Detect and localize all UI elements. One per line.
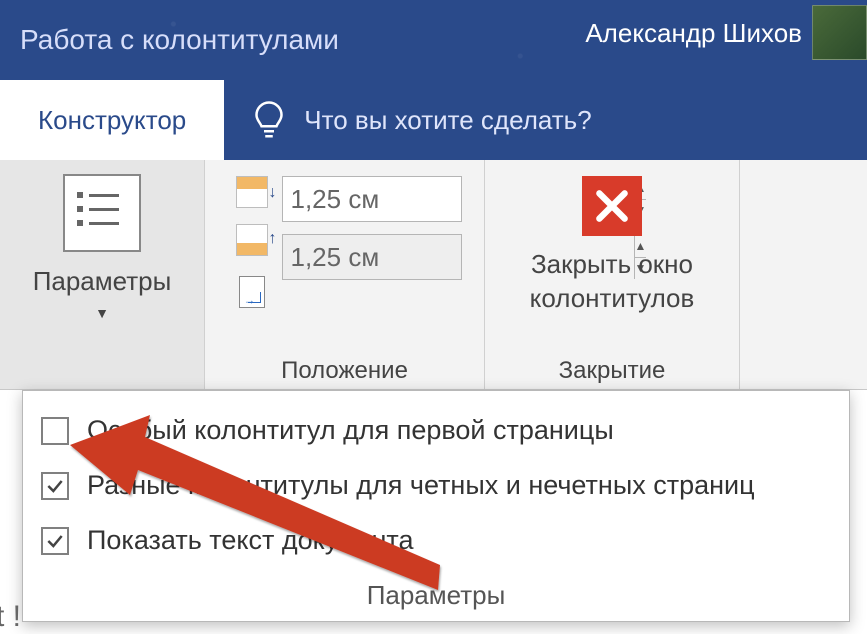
tab-bar: Конструктор Что вы хотите сделать? bbox=[0, 80, 867, 160]
footer-from-bottom-spinner[interactable]: ▲ ▼ bbox=[282, 234, 462, 280]
parameters-dropdown-button[interactable]: Параметры ▼ bbox=[12, 170, 192, 321]
ribbon: Параметры ▼ ↓ ↑ ▲ ▼ bbox=[0, 160, 867, 390]
user-avatar[interactable] bbox=[812, 5, 867, 60]
close-icon bbox=[582, 176, 642, 236]
title-bar: Работа с колонтитулами Александр Шихов bbox=[0, 0, 867, 80]
close-header-footer-button[interactable]: Закрыть окно колонтитулов bbox=[530, 170, 695, 316]
ribbon-group-close: Закрыть окно колонтитулов Закрытие bbox=[485, 160, 740, 389]
parameters-label: Параметры bbox=[33, 266, 172, 297]
close-label-line2: колонтитулов bbox=[530, 283, 695, 313]
user-name[interactable]: Александр Шихов bbox=[585, 18, 802, 49]
tell-me-label: Что вы хотите сделать? bbox=[304, 105, 591, 136]
parameters-dropdown-panel: Особый колонтитул для первой страницы Ра… bbox=[22, 390, 850, 622]
option-show-document-text[interactable]: Показать текст документа bbox=[41, 525, 831, 556]
header-from-top-icon: ↓ bbox=[236, 176, 268, 208]
option-odd-even-pages[interactable]: Разные колонтитулы для четных и нечетных… bbox=[41, 470, 831, 501]
ribbon-group-position: ↓ ↑ ▲ ▼ ▲ ▼ bbox=[205, 160, 485, 389]
document-body-fragment: t ! bbox=[0, 600, 21, 634]
option-label: Показать текст документа bbox=[87, 525, 414, 556]
header-from-top-spinner[interactable]: ▲ ▼ bbox=[282, 176, 462, 222]
checkbox-different-first-page[interactable] bbox=[41, 417, 69, 445]
tell-me-search[interactable]: Что вы хотите сделать? bbox=[224, 80, 867, 160]
footer-from-bottom-icon: ↑ bbox=[236, 224, 268, 256]
ribbon-group-parameters: Параметры ▼ bbox=[0, 160, 205, 389]
chevron-down-icon: ▼ bbox=[95, 305, 109, 321]
tab-design-label: Конструктор bbox=[38, 105, 186, 136]
close-label-line1: Закрыть окно bbox=[531, 249, 693, 279]
dropdown-footer-label: Параметры bbox=[41, 580, 831, 611]
group-label-close: Закрытие bbox=[485, 351, 739, 389]
checkbox-show-document-text[interactable] bbox=[41, 527, 69, 555]
tab-design[interactable]: Конструктор bbox=[0, 80, 224, 160]
option-different-first-page[interactable]: Особый колонтитул для первой страницы bbox=[41, 415, 831, 446]
insert-alignment-tab-icon[interactable] bbox=[239, 276, 265, 308]
option-label: Разные колонтитулы для четных и нечетных… bbox=[87, 470, 755, 501]
group-label-position: Положение bbox=[205, 351, 484, 389]
parameters-icon bbox=[63, 174, 141, 252]
option-label: Особый колонтитул для первой страницы bbox=[87, 415, 614, 446]
checkbox-odd-even-pages[interactable] bbox=[41, 472, 69, 500]
lightbulb-icon bbox=[254, 100, 284, 140]
context-tab-title: Работа с колонтитулами bbox=[20, 24, 339, 56]
